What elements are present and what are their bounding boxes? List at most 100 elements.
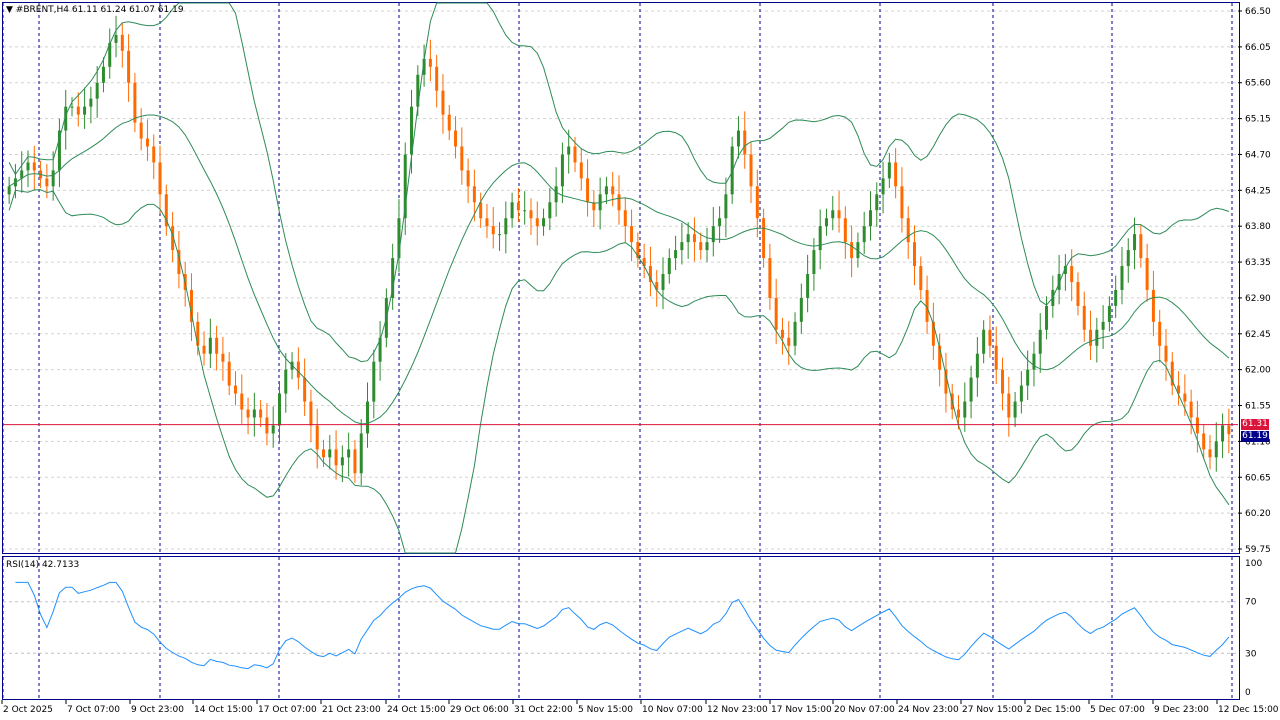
candle-body [919,266,923,290]
candle-body [366,401,370,434]
x-tick-label: 14 Oct 15:00 [194,705,253,715]
candle-body [661,274,665,290]
x-tick-label: 12 Dec 15:00 [1218,705,1279,715]
x-tick-label: 5 Dec 07:00 [1090,705,1145,715]
candle-body [271,425,275,434]
candle-body [705,242,709,251]
candle-body [818,226,822,251]
y-tick-label: 63.80 [1245,222,1271,232]
y-tick-label: 61.55 [1245,402,1271,412]
x-tick-label: 17 Oct 07:00 [258,705,317,715]
candle-body [202,345,206,354]
candle-body [277,393,281,426]
candle-body [806,274,810,298]
candle-body [139,122,143,139]
candle-body [1195,417,1199,434]
candle-body [89,98,93,107]
candle-body [359,433,363,474]
x-tick-label: 21 Oct 23:00 [322,705,381,715]
candle-body [284,369,288,394]
candle-body [322,449,326,458]
candle-body [466,170,470,187]
candle-body [1114,289,1118,306]
candle-body [843,218,847,243]
y-tick-label: 60.20 [1245,509,1271,519]
candle-body [347,449,351,458]
y-tick-label: 62.45 [1245,330,1271,340]
y-tick-label: 59.75 [1245,545,1271,555]
candle-body [579,162,583,179]
candle-body [76,106,80,115]
candle-body [491,226,495,235]
rsi-tick-label: 30 [1245,649,1257,659]
candle-body [573,146,577,163]
candle-body [963,401,967,418]
candle-body [787,337,791,346]
candle-body [1101,321,1105,330]
candle-body [1013,401,1017,418]
candle-body [353,449,357,474]
y-tick-label: 65.15 [1245,115,1271,125]
candle-body [1045,305,1049,330]
candle-body [560,154,564,187]
y-tick-label: 64.70 [1245,150,1271,160]
candle-body [988,329,992,346]
candle-body [120,34,124,51]
x-tick-label: 17 Nov 15:00 [771,705,832,715]
candle-body [240,393,244,410]
candle-body [900,186,904,219]
candle-body [567,146,571,155]
candle-body [1019,385,1023,402]
dropdown-triangle-icon[interactable]: ▼ [6,5,13,15]
candle-body [259,409,263,418]
x-tick-label: 12 Nov 23:00 [707,705,768,715]
candle-body [1089,329,1093,346]
candle-body [699,242,703,251]
candle-body [554,186,558,203]
candle-body [303,377,307,402]
candle-body [504,218,508,235]
candle-body [975,353,979,378]
candle-body [498,234,502,236]
x-tick-label: 31 Oct 22:00 [514,705,573,715]
candle-body [755,186,759,219]
candle-body [315,425,319,450]
candle-body [686,234,690,243]
candle-body [454,130,458,147]
candle-body [1032,353,1036,370]
candle-body [542,218,546,227]
candle-body [623,210,627,227]
candle-body [145,138,149,147]
candle-body [252,409,256,418]
candle-body [957,409,961,418]
candle-body [372,361,376,402]
candle-body [894,162,898,187]
candle-body [799,297,803,322]
chart-canvas: 66.50 66.05 65.60 65.15 64.70 64.25 63.80 63.35… [1,2,1279,715]
candle-body [1158,321,1162,346]
candle-body [1133,234,1137,251]
y-tick-label: 60.65 [1245,473,1271,483]
candle-body [95,82,99,99]
rsi-tick-label: 70 [1245,598,1257,608]
candle-body [215,337,219,354]
candle-body [862,226,866,243]
candle-body [127,50,131,83]
candle-body [630,226,634,243]
candle-body [994,345,998,370]
candle-body [875,194,879,211]
candle-body [535,218,539,227]
price-tag-red: 61.31 [1241,418,1269,430]
candle-body [774,297,778,330]
candle-body [447,114,451,131]
candle-body [1202,433,1206,450]
x-tick-label: 20 Nov 07:00 [834,705,895,715]
candle-body [982,329,986,354]
candle-body [101,66,105,83]
candle-body [221,353,225,362]
candle-body [152,146,156,163]
candle-body [611,186,615,195]
candle-body [265,417,269,434]
candle-body [674,250,678,259]
candle-body [1095,329,1099,346]
